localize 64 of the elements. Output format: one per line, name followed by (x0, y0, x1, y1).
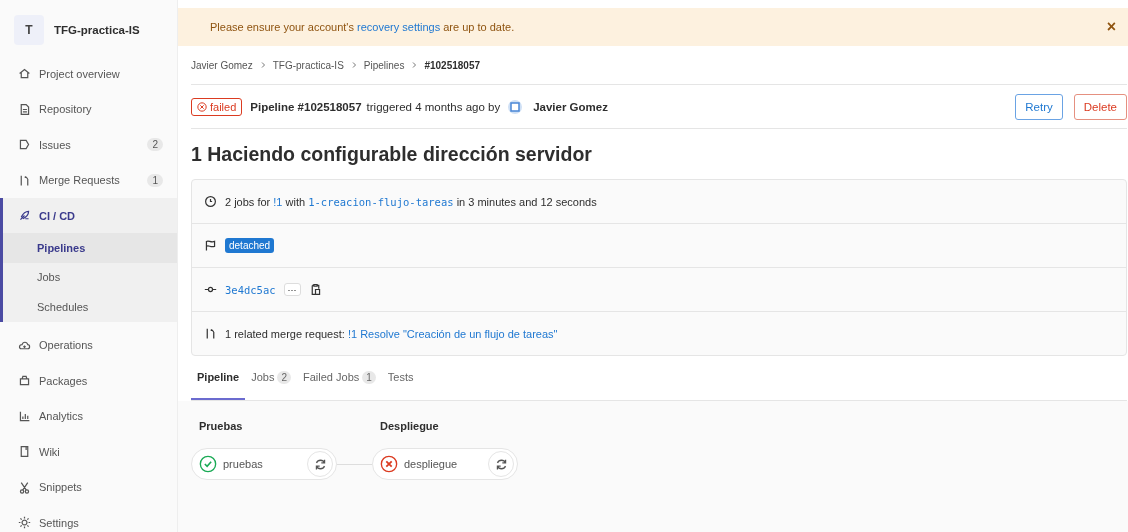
tab[interactable]: Failed Jobs 1 (297, 356, 382, 400)
sidebar-item[interactable]: Operations (0, 327, 177, 363)
stage-title: Pruebas (198, 418, 244, 434)
sidebar-item[interactable]: Issues 2 (0, 127, 177, 163)
close-button[interactable]: × (1102, 18, 1120, 36)
sidebar-subitem[interactable]: Pipelines (3, 233, 177, 263)
action-button[interactable]: Retry (1015, 93, 1063, 120)
branch-link[interactable]: 1-creacion-flujo-tareas (308, 195, 454, 208)
settings-icon (18, 516, 31, 530)
user-link[interactable]: Javier Gomez (533, 100, 608, 113)
retry-icon (494, 457, 508, 471)
status-badge[interactable]: failed (191, 97, 243, 116)
sidebar-item[interactable]: Snippets (0, 469, 177, 505)
document-icon (18, 102, 31, 116)
clock-icon (204, 195, 217, 208)
sidebar-item[interactable]: Merge Requests 1 (0, 162, 177, 198)
more-button[interactable]: ··· (283, 283, 301, 296)
project-avatar[interactable]: T (14, 15, 44, 45)
breadcrumb-link[interactable]: Pipelines (363, 59, 405, 71)
sidebar-item[interactable]: Project overview (0, 56, 177, 92)
chevron-right-icon (410, 61, 419, 69)
job-pill[interactable]: pruebas (191, 448, 337, 480)
bar-chart-icon (18, 409, 31, 423)
alert-message: Please ensure your account's recovery settings are up to date. (210, 21, 516, 33)
breadcrumb-link[interactable]: Javier Gomez (191, 59, 253, 71)
flag-icon (204, 239, 217, 252)
tab[interactable]: Tests (381, 356, 420, 400)
action-button[interactable]: Delete (1073, 93, 1127, 120)
recovery-settings-link[interactable]: recovery settings (357, 21, 441, 33)
home-icon (18, 67, 31, 81)
package-icon (18, 374, 31, 388)
rocket-icon (18, 209, 31, 222)
page-title: 1 Haciendo configurable dirección servidor (191, 141, 593, 167)
sidebar-subitem[interactable]: Schedules (3, 292, 177, 322)
merge-icon (18, 173, 31, 187)
related-merge-request: 1 related merge request: !1 Resolve "Creación de un flujo de tareas" (225, 327, 558, 340)
detached-tag: detached (225, 238, 275, 253)
issue-icon (18, 138, 31, 152)
breadcrumb-link[interactable]: TFG-practica-IS (272, 59, 344, 71)
pipeline-title: Pipeline #102518057 (250, 100, 362, 113)
merge-request-link[interactable]: !1 Resolve "Creación de un flujo de tareas" (347, 327, 558, 340)
project-name[interactable]: TFG-practica-IS (54, 24, 140, 36)
retry-icon (313, 457, 327, 471)
book-icon (18, 445, 31, 459)
merge-icon (204, 327, 217, 340)
sidebar-item[interactable]: CI / CD (3, 198, 177, 233)
count-badge: 1 (147, 173, 163, 187)
scissors-icon (18, 480, 31, 494)
tab[interactable]: Jobs 2 (245, 356, 297, 400)
count-badge: 2 (147, 138, 163, 152)
sidebar-item[interactable]: Settings (0, 505, 177, 532)
sidebar-item[interactable]: Analytics (0, 398, 177, 434)
sidebar-subitem[interactable]: Jobs (3, 262, 177, 292)
stage-title: Despliegue (379, 418, 440, 434)
commit-link[interactable]: 3e4dc5ac (225, 283, 276, 296)
job-pill[interactable]: despliegue (372, 448, 518, 480)
breadcrumb-link[interactable]: #102518057 (424, 59, 481, 71)
sidebar-item[interactable]: Wiki (0, 434, 177, 470)
merge-request-link[interactable]: !1 (273, 195, 283, 208)
jobs-summary: 2 jobs for !1 with 1-creacion-flujo-tareas in 3 minutes and 12 seconds (225, 195, 597, 208)
triggered-text: triggered 4 months ago by (366, 100, 501, 113)
sidebar-item[interactable]: Repository (0, 91, 177, 127)
user-avatar-icon (507, 98, 524, 115)
sidebar-item[interactable]: Packages (0, 363, 177, 399)
